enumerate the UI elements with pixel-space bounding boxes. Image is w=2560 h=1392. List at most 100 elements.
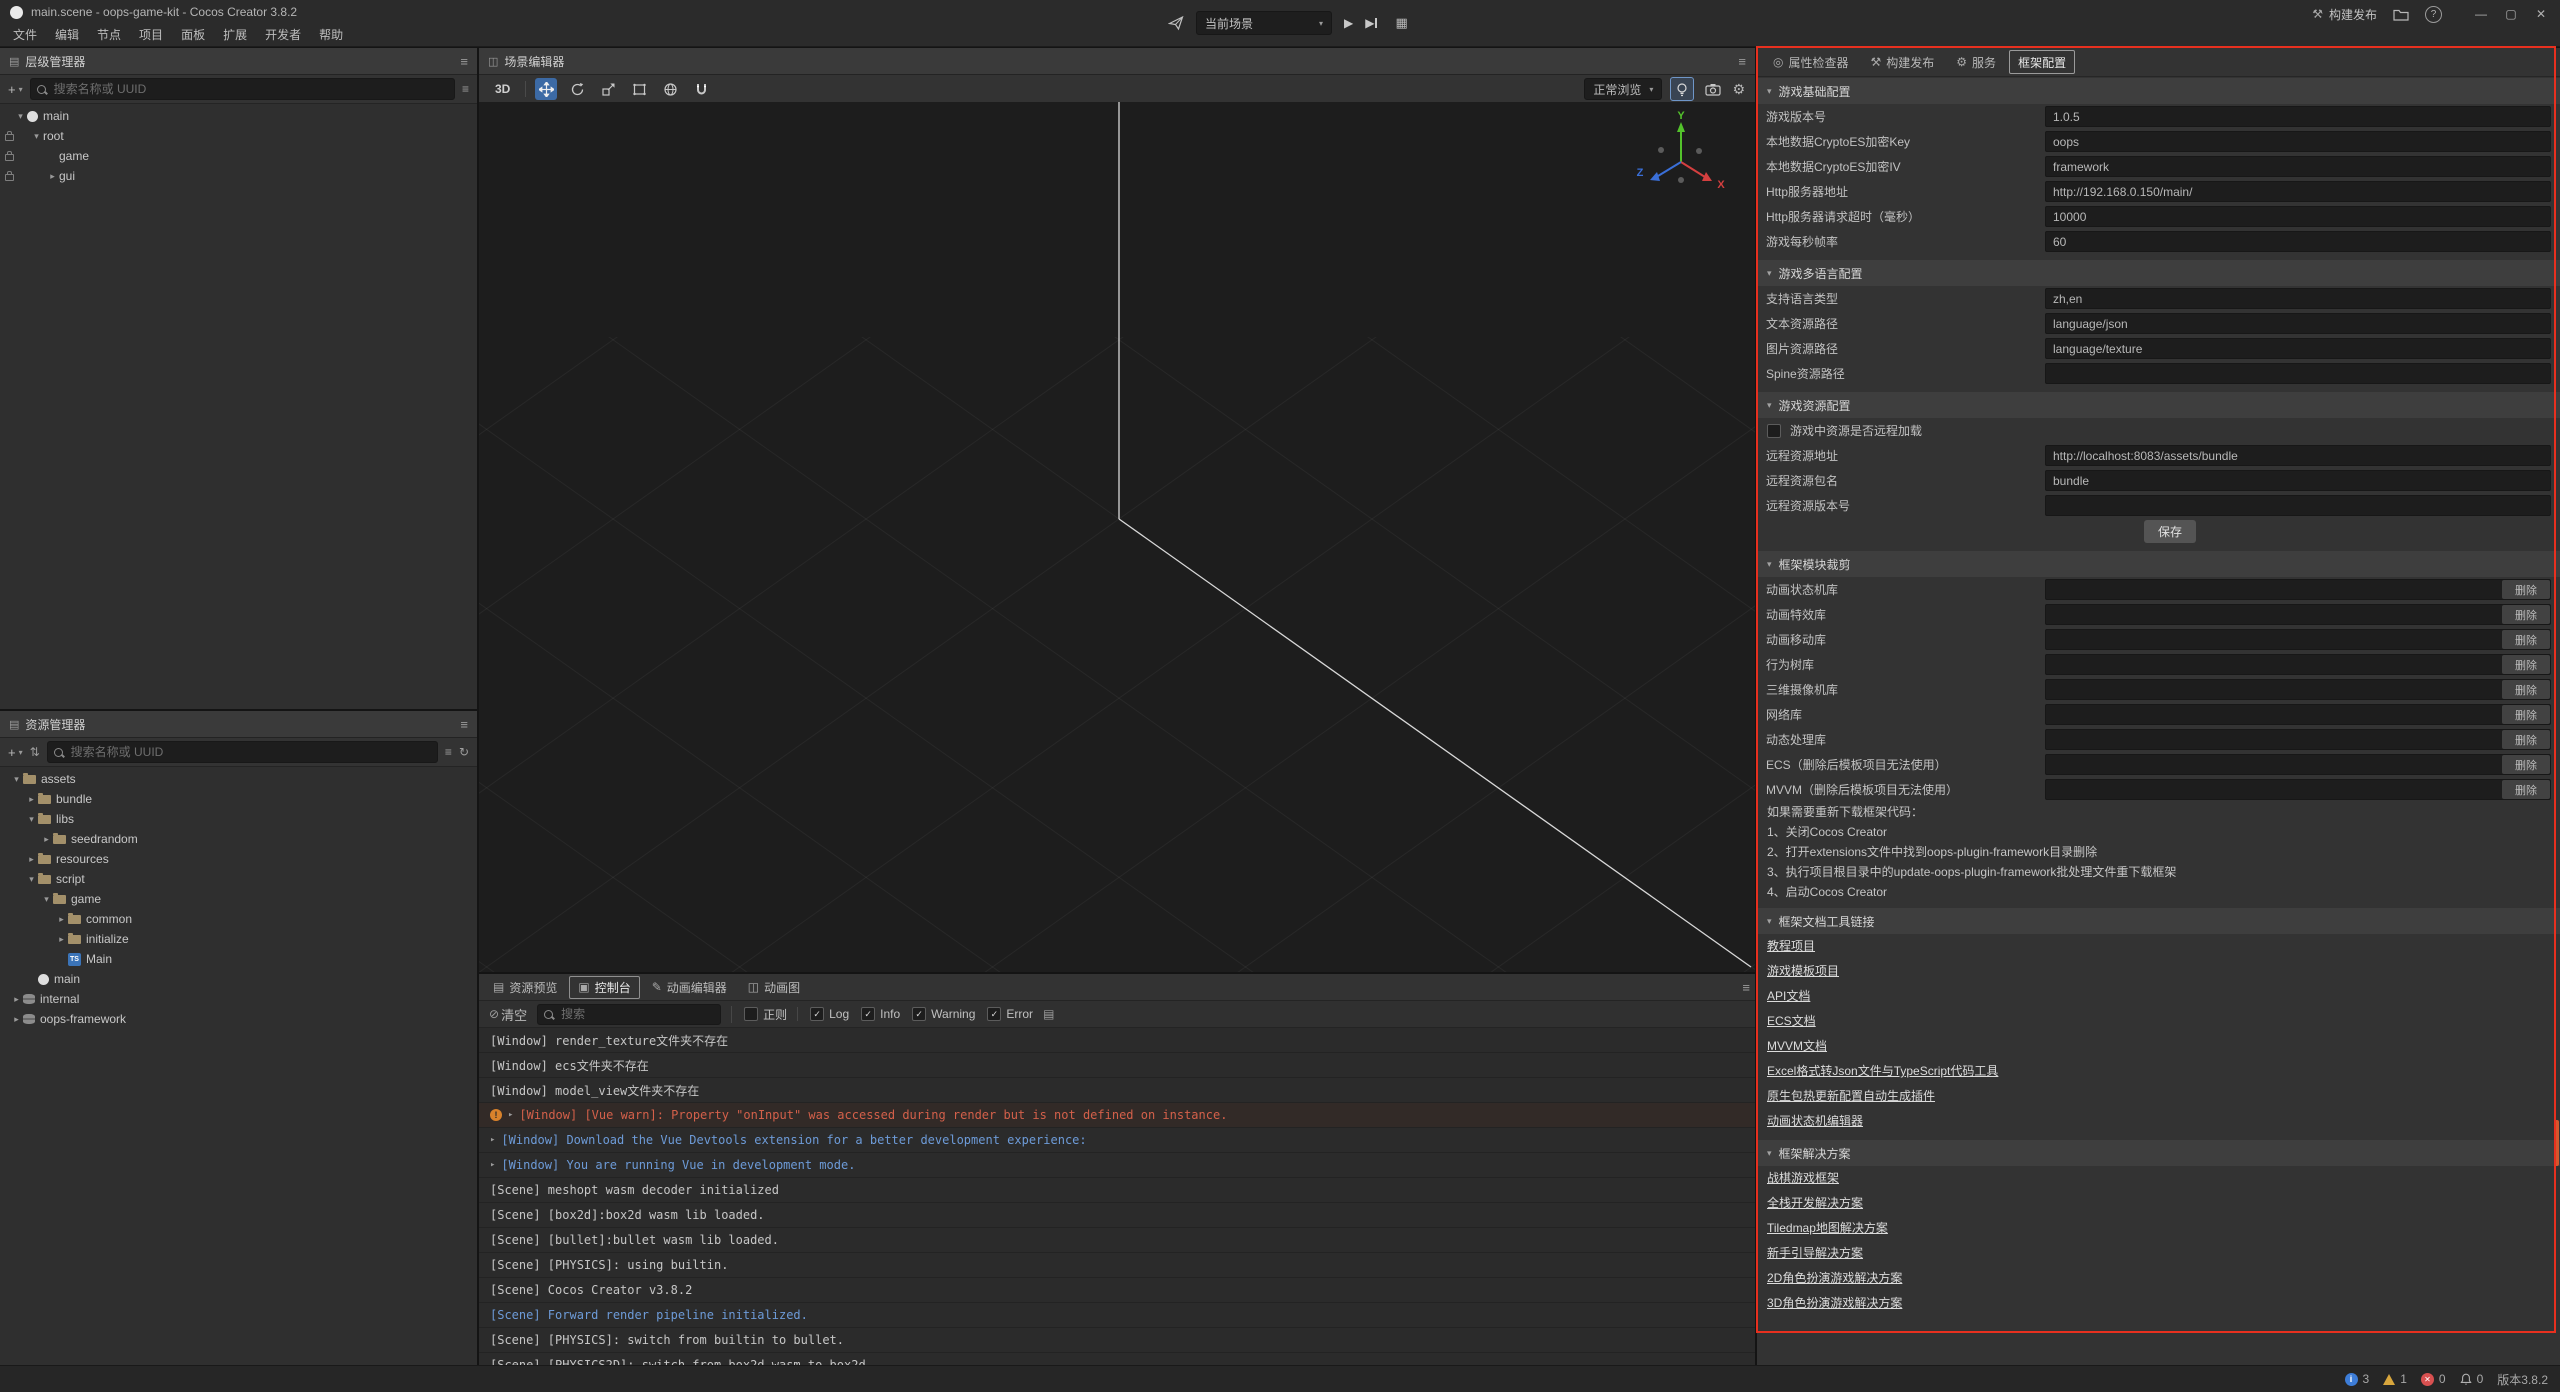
delete-button[interactable]: 删除	[2502, 780, 2550, 799]
chevron-right-icon[interactable]: ▸	[25, 854, 38, 865]
error-counter[interactable]: ✕ 0	[2421, 1372, 2446, 1386]
lock-icon[interactable]	[5, 154, 14, 161]
asset-node-common[interactable]: ▸common	[0, 909, 477, 929]
panel-menu-icon[interactable]: ≡	[1738, 54, 1746, 69]
section-游戏基础配置[interactable]: ▾游戏基础配置	[1757, 78, 2560, 104]
panel-menu-icon[interactable]: ≡	[460, 54, 468, 69]
open-project-folder-icon[interactable]	[2393, 8, 2409, 21]
step-button[interactable]: ▶	[1365, 16, 1377, 30]
delete-button[interactable]: 删除	[2502, 630, 2550, 649]
minimize-button[interactable]: —	[2468, 7, 2494, 21]
save-button[interactable]: 保存	[2144, 520, 2196, 543]
console-row[interactable]: ▸[Window] You are running Vue in develop…	[479, 1153, 1755, 1178]
scene-settings-gear-icon[interactable]: ⚙	[1732, 81, 1745, 98]
field-input[interactable]	[2045, 313, 2551, 334]
axis-gizmo[interactable]: Y X Z	[1633, 110, 1729, 206]
filter-icon[interactable]: ≡	[462, 82, 469, 96]
sort-icon[interactable]: ⇅	[30, 745, 40, 759]
console-tab-动画编辑器[interactable]: ✎动画编辑器	[643, 976, 736, 999]
filter-warning[interactable]: ✓Warning	[912, 1007, 975, 1021]
lock-icon[interactable]	[5, 134, 14, 141]
camera-preview-button[interactable]	[1702, 78, 1724, 100]
filter-icon[interactable]: ≡	[445, 745, 452, 759]
checkbox[interactable]: ✓	[987, 1007, 1001, 1021]
console-row[interactable]: !▸[Window] [Vue warn]: Property "onInput…	[479, 1103, 1755, 1128]
asset-node-script[interactable]: ▾script	[0, 869, 477, 889]
preview-scene-select[interactable]: 当前场景 ▾	[1196, 11, 1332, 35]
delete-button[interactable]: 删除	[2502, 680, 2550, 699]
field-input[interactable]	[2045, 338, 2551, 359]
chevron-down-icon[interactable]: ▾	[10, 774, 23, 785]
asset-node-Main[interactable]: TSMain	[0, 949, 477, 969]
console-row[interactable]: [Scene] [box2d]:box2d wasm lib loaded.	[479, 1203, 1755, 1228]
scene-viewport[interactable]: Y X Z	[479, 102, 1755, 972]
link-Tiledmap地图解决方案[interactable]: Tiledmap地图解决方案	[1767, 1216, 1888, 1241]
asset-node-assets[interactable]: ▾assets	[0, 769, 477, 789]
menu-item[interactable]: 扩展	[214, 24, 256, 45]
chevron-right-icon[interactable]: ▸	[40, 834, 53, 845]
delete-button[interactable]: 删除	[2502, 580, 2550, 599]
link-新手引导解决方案[interactable]: 新手引导解决方案	[1767, 1241, 1863, 1266]
assets-search[interactable]	[47, 741, 438, 763]
rect-tool-button[interactable]	[628, 78, 650, 100]
asset-node-oops-framework[interactable]: ▸oops-framework	[0, 1009, 477, 1029]
chevron-down-icon[interactable]: ▾	[30, 131, 43, 142]
link-ECS文档[interactable]: ECS文档	[1767, 1009, 1816, 1034]
console-search-input[interactable]	[559, 1006, 714, 1022]
console-row[interactable]: [Window] ecs文件夹不存在	[479, 1053, 1755, 1078]
snap-tool-button[interactable]	[690, 78, 712, 100]
field-input[interactable]	[2045, 156, 2551, 177]
hierarchy-search-input[interactable]	[52, 81, 448, 97]
chevron-down-icon[interactable]: ▾	[40, 894, 53, 905]
delete-button[interactable]: 删除	[2502, 605, 2550, 624]
asset-node-libs[interactable]: ▾libs	[0, 809, 477, 829]
menu-item[interactable]: 节点	[88, 24, 130, 45]
field-input[interactable]	[2045, 495, 2551, 516]
section-游戏多语言配置[interactable]: ▾游戏多语言配置	[1757, 260, 2560, 286]
console-export-icon[interactable]: ▤	[1043, 1007, 1054, 1021]
maximize-button[interactable]: ▢	[2498, 7, 2524, 21]
hierarchy-node-main[interactable]: ▾main	[0, 106, 477, 126]
chevron-down-icon[interactable]: ▾	[14, 111, 27, 122]
lock-icon[interactable]	[5, 174, 14, 181]
chevron-right-icon[interactable]: ▸	[55, 914, 68, 925]
console-row[interactable]: ▸[Window] Download the Vue Devtools exte…	[479, 1128, 1755, 1153]
chevron-down-icon[interactable]: ▾	[25, 814, 38, 825]
expand-icon[interactable]: ▸	[508, 1110, 513, 1120]
link-动画状态机编辑器[interactable]: 动画状态机编辑器	[1767, 1109, 1863, 1134]
play-button[interactable]: ▶	[1344, 16, 1353, 30]
delete-button[interactable]: 删除	[2502, 705, 2550, 724]
remote-load-checkbox[interactable]	[1767, 424, 1781, 438]
console-row[interactable]: [Scene] [PHYSICS]: switch from builtin t…	[479, 1328, 1755, 1353]
asset-node-resources[interactable]: ▸resources	[0, 849, 477, 869]
console-tab-资源预览[interactable]: ▤资源预览	[484, 976, 566, 999]
inspector-tab-服务[interactable]: ⚙服务	[1947, 50, 2005, 74]
menu-item[interactable]: 开发者	[256, 24, 310, 45]
link-API文档[interactable]: API文档	[1767, 984, 1810, 1009]
regex-toggle[interactable]: 正则	[731, 1006, 787, 1023]
asset-node-game[interactable]: ▾game	[0, 889, 477, 909]
move-tool-button[interactable]	[535, 78, 557, 100]
hierarchy-node-root[interactable]: ▾root	[0, 126, 477, 146]
link-教程项目[interactable]: 教程项目	[1767, 934, 1815, 959]
help-icon[interactable]: ?	[2425, 6, 2442, 23]
asset-node-internal[interactable]: ▸internal	[0, 989, 477, 1009]
refresh-icon[interactable]: ↻	[459, 745, 469, 759]
chevron-right-icon[interactable]: ▸	[25, 794, 38, 805]
chevron-right-icon[interactable]: ▸	[10, 994, 23, 1005]
delete-button[interactable]: 删除	[2502, 655, 2550, 674]
panel-menu-icon[interactable]: ≡	[1742, 980, 1750, 995]
preview-target-icon[interactable]	[1168, 15, 1184, 31]
menu-item[interactable]: 面板	[172, 24, 214, 45]
light-toggle-button[interactable]	[1670, 77, 1694, 101]
link-3D角色扮演游戏解决方案[interactable]: 3D角色扮演游戏解决方案	[1767, 1291, 1902, 1316]
create-asset-button[interactable]: +▾	[8, 745, 23, 760]
section-框架模块裁剪[interactable]: ▾框架模块裁剪	[1757, 551, 2560, 577]
scale-tool-button[interactable]	[597, 78, 619, 100]
link-Excel格式转Json文件与TypeScript代码工具[interactable]: Excel格式转Json文件与TypeScript代码工具	[1767, 1059, 1998, 1084]
inspector-tab-属性检查器[interactable]: ◎属性检查器	[1764, 50, 1858, 74]
checkbox[interactable]: ✓	[810, 1007, 824, 1021]
chevron-right-icon[interactable]: ▸	[10, 1014, 23, 1025]
console-row[interactable]: [Window] render_texture文件夹不存在	[479, 1028, 1755, 1053]
info-counter[interactable]: i 3	[2345, 1372, 2370, 1386]
